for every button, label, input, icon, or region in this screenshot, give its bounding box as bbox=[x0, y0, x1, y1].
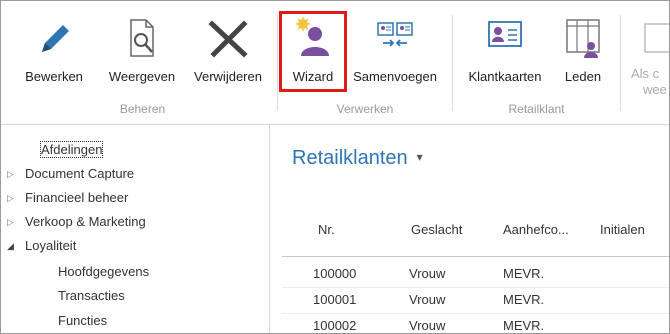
customer-card-icon bbox=[488, 21, 522, 47]
group-separator bbox=[277, 15, 278, 111]
view-document-icon bbox=[130, 19, 154, 57]
group-separator bbox=[620, 15, 621, 111]
group-label-retailklant: Retailklant bbox=[508, 102, 565, 116]
view-label: Weergeven bbox=[108, 69, 176, 84]
app-window: Bewerken Weergeven Verwijderen Wizard Sa… bbox=[0, 0, 670, 334]
table-cell[interactable]: 100001 bbox=[313, 292, 356, 307]
expand-arrow-icon[interactable]: ▷ bbox=[7, 217, 14, 228]
expand-arrow-icon[interactable]: ▷ bbox=[7, 193, 14, 204]
partial-label: Als c bbox=[631, 66, 660, 81]
page-title[interactable]: Retailklanten ▾ bbox=[292, 147, 423, 170]
row-divider bbox=[282, 287, 669, 288]
partial-label-2: wee bbox=[643, 82, 667, 97]
chevron-down-icon[interactable]: ▾ bbox=[417, 150, 423, 164]
partial-icon bbox=[644, 23, 669, 53]
group-label-beheren: Beheren bbox=[119, 102, 166, 116]
table-cell[interactable]: 100000 bbox=[313, 266, 356, 281]
delete-button[interactable]: Verwijderen bbox=[185, 8, 271, 94]
members-button[interactable]: Leden bbox=[555, 8, 611, 94]
table-cell[interactable]: MEVR. bbox=[503, 292, 544, 307]
column-header-aanhefcode[interactable]: Aanhefco... bbox=[503, 222, 569, 237]
delete-x-icon bbox=[208, 20, 248, 58]
collapse-arrow-icon[interactable]: ◢ bbox=[7, 241, 14, 252]
column-header-initialen[interactable]: Initialen bbox=[600, 222, 645, 237]
members-table-icon bbox=[566, 19, 600, 58]
group-separator bbox=[452, 15, 453, 111]
partial-button[interactable]: Als c wee bbox=[627, 8, 669, 97]
column-header-geslacht[interactable]: Geslacht bbox=[411, 222, 462, 237]
view-button[interactable]: Weergeven bbox=[100, 8, 184, 94]
customer-cards-label: Klantkaarten bbox=[468, 69, 542, 84]
members-label: Leden bbox=[564, 69, 602, 84]
content-area: Retailklanten ▾ Nr. Geslacht Aanhefco... … bbox=[270, 125, 669, 333]
column-header-nr[interactable]: Nr. bbox=[318, 222, 335, 237]
table-cell[interactable]: Vrouw bbox=[409, 292, 445, 307]
group-label-verwerken: Verwerken bbox=[336, 102, 394, 116]
expand-arrow-icon[interactable]: ▷ bbox=[7, 169, 14, 180]
table-cell[interactable]: 100002 bbox=[313, 318, 356, 333]
merge-button[interactable]: Samenvoegen bbox=[347, 8, 443, 94]
pencil-icon bbox=[42, 25, 69, 52]
table-cell[interactable]: Vrouw bbox=[409, 266, 445, 281]
merge-label: Samenvoegen bbox=[353, 69, 437, 84]
wizard-highlight bbox=[279, 11, 347, 92]
merge-cards-icon bbox=[377, 22, 413, 47]
delete-label: Verwijderen bbox=[194, 69, 262, 84]
header-divider bbox=[282, 256, 669, 257]
edit-button[interactable]: Bewerken bbox=[14, 8, 94, 94]
navigation-pane: Afdelingen ▷ Document Capture ▷ Financie… bbox=[1, 125, 270, 333]
ribbon: Bewerken Weergeven Verwijderen Wizard Sa… bbox=[1, 1, 669, 125]
table-cell[interactable]: MEVR. bbox=[503, 318, 544, 333]
table-cell[interactable]: MEVR. bbox=[503, 266, 544, 281]
table-cell[interactable]: Vrouw bbox=[409, 318, 445, 333]
row-divider bbox=[282, 313, 669, 314]
edit-label: Bewerken bbox=[25, 69, 83, 84]
customer-cards-button[interactable]: Klantkaarten bbox=[459, 8, 551, 94]
